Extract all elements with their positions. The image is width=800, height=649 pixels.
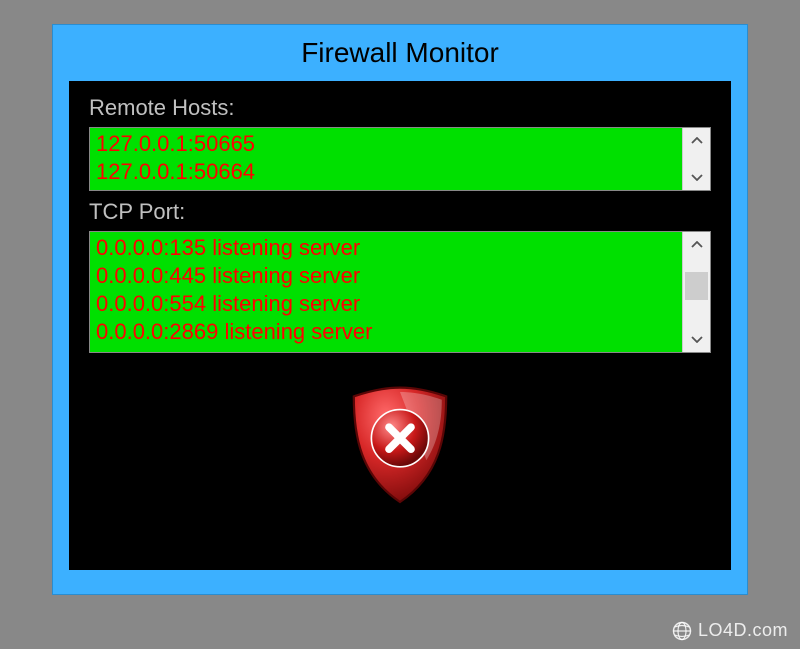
list-item[interactable]: 127.0.0.1:50664 [96,158,676,186]
chevron-up-icon [691,241,703,249]
tcp-port-label: TCP Port: [89,199,711,225]
remote-hosts-items[interactable]: 127.0.0.1:50665 127.0.0.1:50664 [90,128,682,190]
tcp-port-listbox[interactable]: 0.0.0.0:135 listening server 0.0.0.0:445… [89,231,711,353]
chevron-down-icon [691,173,703,181]
scroll-up-button[interactable] [683,128,710,154]
scroll-up-button[interactable] [683,232,710,258]
shield-x-icon [345,381,455,513]
watermark: LO4D.com [672,620,788,641]
scroll-down-button[interactable] [683,326,710,352]
remote-hosts-label: Remote Hosts: [89,95,711,121]
shield-button-container [89,381,711,511]
list-item[interactable]: 0.0.0.0:2869 listening server [96,318,676,346]
tcp-port-scrollbar[interactable] [682,232,710,352]
scroll-down-button[interactable] [683,164,710,190]
scroll-thumb[interactable] [685,272,708,300]
tcp-port-items[interactable]: 0.0.0.0:135 listening server 0.0.0.0:445… [90,232,682,352]
app-window: Firewall Monitor Remote Hosts: 127.0.0.1… [52,24,748,595]
scroll-track[interactable] [683,154,710,164]
shield-button[interactable] [345,381,455,511]
remote-hosts-listbox[interactable]: 127.0.0.1:50665 127.0.0.1:50664 [89,127,711,191]
list-item[interactable]: 0.0.0.0:445 listening server [96,262,676,290]
list-item[interactable]: 0.0.0.0:135 listening server [96,234,676,262]
chevron-up-icon [691,137,703,145]
client-area: Remote Hosts: 127.0.0.1:50665 127.0.0.1:… [69,81,731,570]
titlebar: Firewall Monitor [53,25,747,81]
globe-icon [672,621,692,641]
chevron-down-icon [691,335,703,343]
scroll-track[interactable] [683,258,710,326]
remote-hosts-scrollbar[interactable] [682,128,710,190]
list-item[interactable]: 0.0.0.0:554 listening server [96,290,676,318]
window-title: Firewall Monitor [301,37,499,69]
list-item[interactable]: 127.0.0.1:50665 [96,130,676,158]
watermark-text: LO4D.com [698,620,788,641]
